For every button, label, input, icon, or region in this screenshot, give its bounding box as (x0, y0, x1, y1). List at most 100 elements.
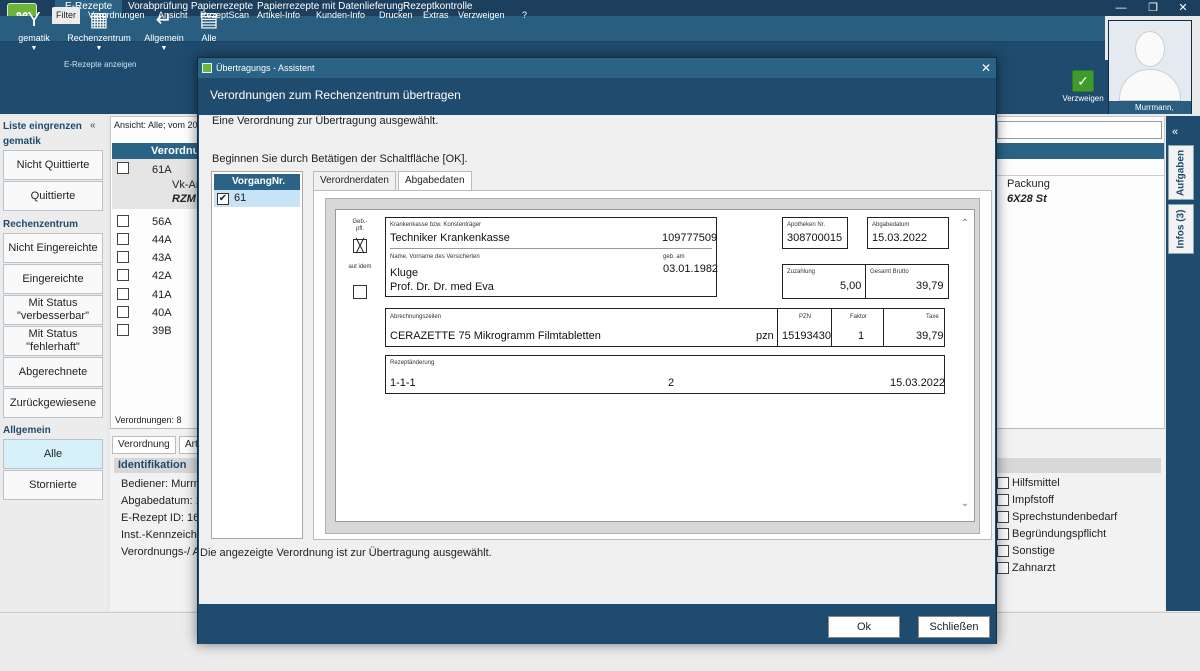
abgabedatum-value: 15.03.2022 (872, 232, 928, 244)
name-line2: Prof. Dr. Dr. med Eva (390, 281, 494, 293)
tab-abgabedaten[interactable]: Abgabedaten (398, 171, 472, 191)
vorgang-item-label: 61 (234, 192, 247, 204)
quittierte-button[interactable]: Quittierte (3, 181, 103, 211)
rezept-paper: Geb.-pfl. ╳ aut idem Krankenkasse bzw. K… (335, 209, 975, 522)
kasse-ik: 109777509 (662, 232, 718, 244)
nicht-quittierte-button[interactable]: Nicht Quittierte (3, 150, 103, 180)
ribbon-allgemein-button[interactable]: ↵ Allgemein ▼ (142, 8, 186, 58)
sidebar-section-allgemein: Allgemein (3, 425, 51, 436)
chevron-down-icon: ▼ (160, 45, 168, 52)
ribbon-allgemein-label: Allgemein (144, 33, 184, 43)
menu-drucken[interactable]: Drucken (379, 9, 413, 22)
row-checkbox[interactable] (117, 251, 129, 263)
divider (777, 309, 778, 346)
ribbon-rechenzentrum-label: Rechenzentrum (67, 33, 131, 43)
ident-line: E-Rezept ID: 160 (121, 512, 206, 524)
menu-kunden-info[interactable]: Kunden-Info (316, 9, 365, 22)
avatar (1109, 21, 1191, 101)
verordnungen-count: Verordnungen: 8 (115, 415, 182, 425)
sidebar-section-rechenzentrum: Rechenzentrum (3, 219, 79, 230)
aenderung-code: 1-1-1 (390, 377, 416, 389)
chevron-up-icon[interactable]: ⌃ (959, 218, 971, 230)
sprechstundenbedarf-checkbox[interactable] (997, 511, 1009, 523)
status-verbesserbar-button[interactable]: Mit Status "verbesserbar" (3, 295, 103, 325)
row-id: 41A (152, 289, 172, 301)
minimize-button[interactable]: — (1108, 0, 1134, 16)
row-checkbox[interactable] (117, 233, 129, 245)
impfstoff-checkbox[interactable] (997, 494, 1009, 506)
rezept-scrollbar[interactable]: ⌃ ⌄ (958, 216, 972, 516)
begruendungspflicht-checkbox[interactable] (997, 528, 1009, 540)
tab-infos-label: Infos (3) (1175, 209, 1187, 249)
hilfsmittel-label: Hilfsmittel (1012, 477, 1060, 489)
apo-value: 308700015 (787, 232, 843, 244)
tab-aufgaben[interactable]: Aufgaben (1168, 145, 1194, 200)
item-taxe: 39,79 (916, 330, 944, 342)
row-id: 44A (152, 234, 172, 246)
menu-verzweigen[interactable]: Verzweigen (458, 9, 505, 22)
verzweigen-button[interactable]: ✓ Verzweigen (1058, 60, 1108, 114)
row-checkbox[interactable] (117, 269, 129, 281)
ident-line: Abgabedatum: 1 (121, 495, 202, 507)
item-pzn-prefix: pzn (756, 330, 774, 342)
autidem-checkbox (353, 285, 367, 299)
ribbon-alle-button[interactable]: ▤ Alle (196, 8, 222, 58)
ident-line: Inst.-Kennzeiche (121, 529, 203, 541)
stornierte-button[interactable]: Stornierte (3, 470, 103, 500)
brutto-label: Gesamt Brutto (870, 269, 909, 275)
row-checkbox[interactable] (117, 306, 129, 318)
sprechstundenbedarf-label: Sprechstundenbedarf (1012, 511, 1118, 523)
eingereichte-button[interactable]: Eingereichte (3, 264, 103, 294)
nicht-eingereichte-button[interactable]: Nicht Eingereichte (3, 233, 103, 263)
row-checkbox[interactable] (117, 215, 129, 227)
divider (831, 309, 832, 346)
tab-verordnung[interactable]: Verordnung (112, 436, 176, 454)
row-id: 56A (152, 216, 172, 228)
abgerechnete-button[interactable]: Abgerechnete (3, 357, 103, 387)
sidebar-collapse-icon[interactable]: « (90, 120, 96, 131)
tab-infos[interactable]: Infos (3) (1168, 204, 1194, 254)
app-small-icon (202, 63, 212, 73)
sonstige-checkbox[interactable] (997, 545, 1009, 557)
schliessen-button[interactable]: Schließen (918, 616, 990, 638)
row-id: 43A (152, 252, 172, 264)
chevron-down-icon[interactable]: ⌄ (959, 498, 971, 510)
row-checkbox[interactable] (117, 162, 129, 174)
menu-help[interactable]: ? (522, 9, 527, 22)
alle-button[interactable]: Alle (3, 439, 103, 469)
divider (997, 175, 1164, 176)
row-id: 42A (152, 270, 172, 282)
dialog-header: Verordnungen zum Rechenzentrum übertrage… (198, 78, 996, 115)
row-checkbox[interactable] (117, 288, 129, 300)
kasse-value: Techniker Krankenkasse (390, 232, 510, 244)
ok-button[interactable]: Ok (828, 616, 900, 638)
row-checkbox[interactable] (117, 324, 129, 336)
zurueckgewiesene-button[interactable]: Zurückgewiesene (3, 388, 103, 418)
checkmark-doc-icon: ✓ (1072, 70, 1094, 92)
ribbon-gematik-button[interactable]: Y gematik ▼ (14, 8, 54, 58)
maximize-button[interactable]: ❐ (1140, 0, 1166, 16)
dialog-close-icon[interactable]: ✕ (976, 58, 996, 78)
status-fehlerhaft-button[interactable]: Mit Status "fehlerhaft" (3, 326, 103, 356)
hilfsmittel-checkbox[interactable] (997, 477, 1009, 489)
list-icon: ▤ (199, 9, 219, 31)
ribbon-rechenzentrum-button[interactable]: ▦ Rechenzentrum ▼ (66, 8, 132, 58)
user-profile[interactable]: Murrmann, Gabi (1108, 20, 1192, 125)
menu-artikel-info[interactable]: Artikel-Info (257, 9, 300, 22)
zeilen-label: Abrechnungszeilen (390, 314, 442, 320)
close-window-button[interactable]: ✕ (1170, 0, 1196, 16)
vorgang-item-checkbox[interactable]: ✔ (217, 193, 229, 205)
verzweigen-label: Verzweigen (1062, 94, 1104, 103)
apo-label: Apotheken Nr. (787, 222, 826, 228)
user-name: Murrmann, Gabi (1109, 101, 1191, 125)
dialog-body: Eine Verordnung zur Übertragung ausgewäh… (199, 115, 995, 604)
search-input[interactable] (997, 121, 1162, 139)
row-id: 40A (152, 307, 172, 319)
menu-extras[interactable]: Extras (423, 9, 449, 22)
brutto-value: 39,79 (916, 280, 944, 292)
zahnarzt-checkbox[interactable] (997, 562, 1009, 574)
sonstige-label: Sonstige (1012, 545, 1055, 557)
status-fehlerhaft-line1: Mit Status (28, 328, 78, 340)
tab-verordnerdaten[interactable]: Verordnerdaten (313, 171, 396, 191)
rightbar-collapse-icon[interactable]: « (1172, 126, 1178, 138)
